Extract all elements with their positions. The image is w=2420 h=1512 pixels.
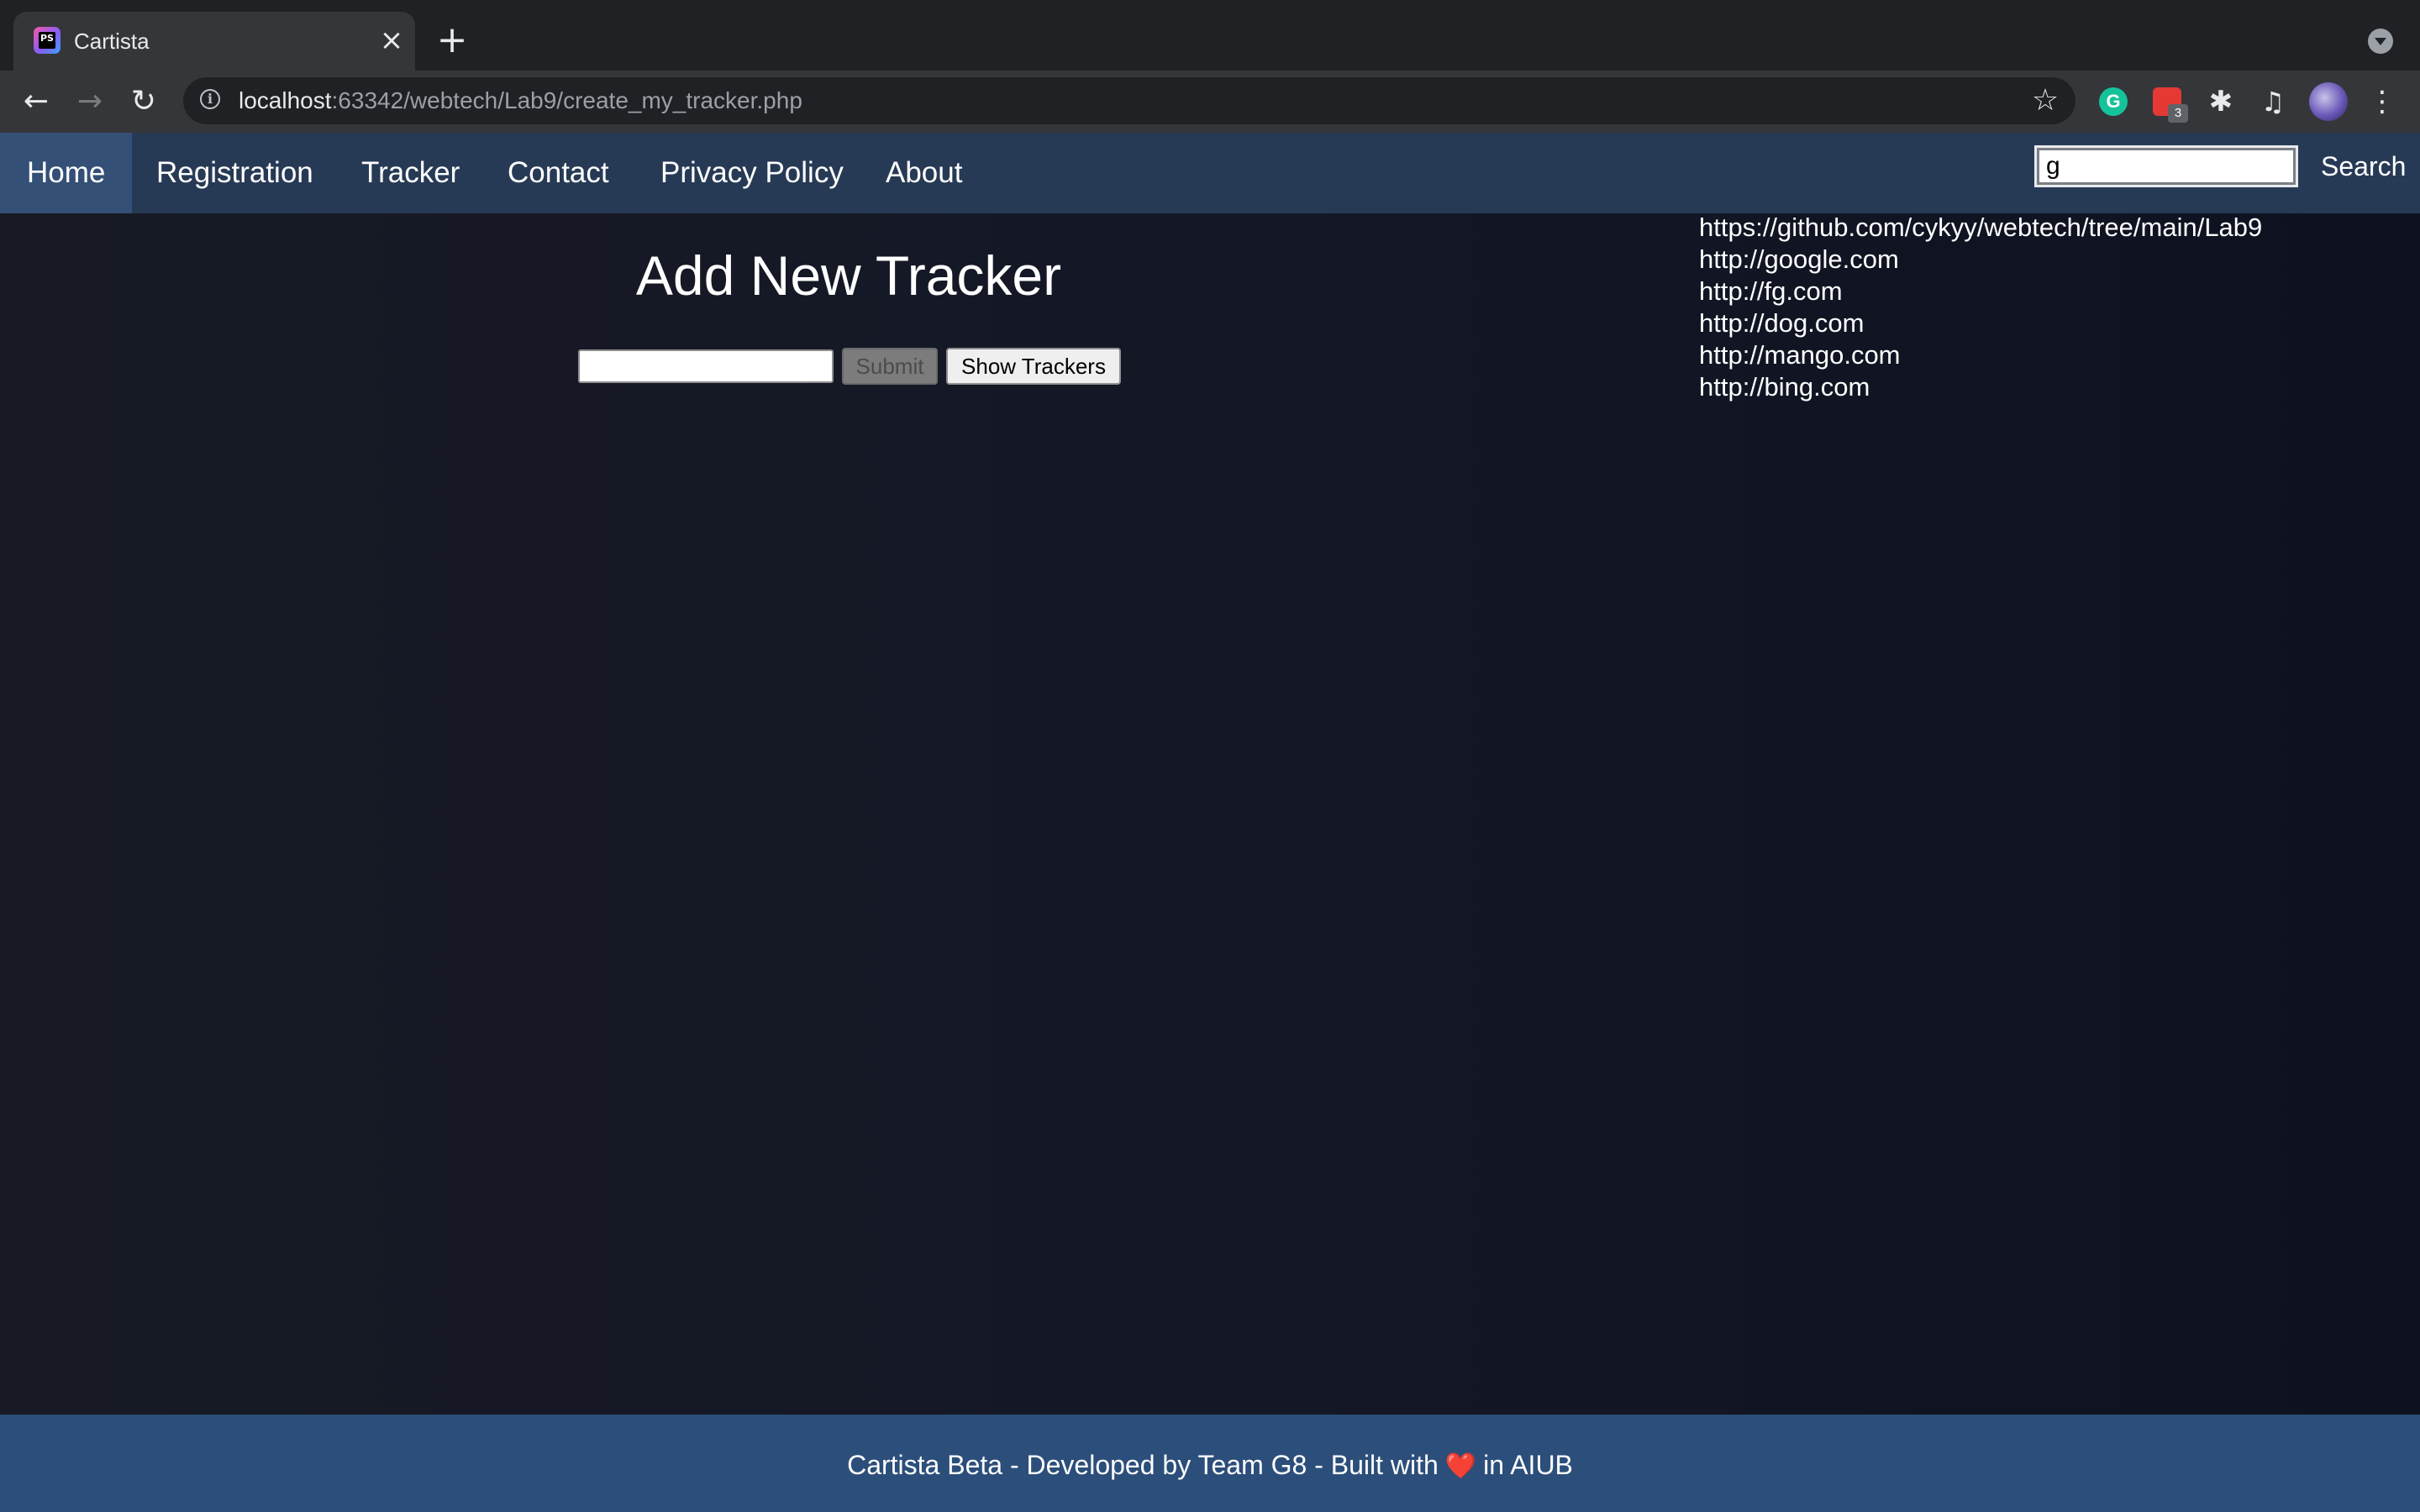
search-result-item[interactable]: https://github.com/cykyy/webtech/tree/ma… xyxy=(1699,212,2262,244)
search-result-item[interactable]: http://bing.com xyxy=(1699,371,2262,403)
search-label[interactable]: Search xyxy=(2321,133,2406,200)
search-result-item[interactable]: http://dog.com xyxy=(1699,307,2262,339)
browser-toolbar: ← → ↻ i localhost:63342/webtech/Lab9/cre… xyxy=(0,71,2420,133)
more-vertical-icon[interactable]: ⋮ xyxy=(2368,84,2396,119)
nav-contact[interactable]: Contact xyxy=(508,133,609,213)
nav-about[interactable]: About xyxy=(886,133,962,213)
search-result-item[interactable]: http://fg.com xyxy=(1699,276,2262,307)
search-result-item[interactable]: http://google.com xyxy=(1699,244,2262,276)
footer: Cartista Beta - Developed by Team G8 - B… xyxy=(0,1415,2420,1512)
tab-title: Cartista xyxy=(74,29,150,54)
tab-search-chevron-icon[interactable] xyxy=(2368,29,2393,54)
extension-badge: 3 xyxy=(2168,104,2188,123)
browser-tabstrip: PS Cartista × + xyxy=(0,0,2420,71)
star-icon[interactable]: ☆ xyxy=(2028,84,2062,118)
page-title: Add New Tracker xyxy=(635,244,1062,307)
tracker-url-input[interactable] xyxy=(578,349,834,383)
address-bar[interactable]: i localhost:63342/webtech/Lab9/create_my… xyxy=(183,77,2075,124)
page-content: Home Registration Tracker Contact Privac… xyxy=(0,133,2420,1512)
nav-tracker[interactable]: Tracker xyxy=(361,133,460,213)
new-tab-plus-icon[interactable]: + xyxy=(435,22,469,59)
todo-extension-icon[interactable]: 3 xyxy=(2153,87,2188,123)
grammarly-icon[interactable]: G xyxy=(2099,87,2128,116)
avatar[interactable] xyxy=(2309,82,2348,121)
search-results: https://github.com/cykyy/webtech/tree/ma… xyxy=(1699,212,2262,403)
show-trackers-button[interactable]: Show Trackers xyxy=(946,348,1121,385)
info-icon[interactable]: i xyxy=(200,89,220,109)
nav-registration[interactable]: Registration xyxy=(156,133,313,213)
footer-text: Cartista Beta - Developed by Team G8 - B… xyxy=(847,1448,1573,1483)
back-arrow-icon[interactable]: ← xyxy=(18,84,54,119)
reload-icon[interactable]: ↻ xyxy=(126,84,161,119)
media-control-icon[interactable]: ♫ xyxy=(2259,87,2287,116)
heart-icon: ❤️ xyxy=(1444,1452,1477,1481)
close-icon[interactable]: × xyxy=(376,25,407,55)
phpstorm-icon: PS xyxy=(34,27,60,54)
nav-home[interactable]: Home xyxy=(0,133,133,213)
site-navbar: Home Registration Tracker Contact Privac… xyxy=(0,133,2420,213)
submit-button[interactable]: Submit xyxy=(842,348,938,385)
puzzle-icon[interactable]: ✱ xyxy=(2207,87,2235,116)
nav-privacy-policy[interactable]: Privacy Policy xyxy=(660,133,844,213)
forward-arrow-icon[interactable]: → xyxy=(72,84,108,119)
url-text[interactable]: localhost:63342/webtech/Lab9/create_my_t… xyxy=(239,87,802,115)
search-input[interactable] xyxy=(2034,145,2298,187)
browser-tab[interactable]: PS Cartista × xyxy=(13,12,415,71)
search-result-item[interactable]: http://mango.com xyxy=(1699,339,2262,371)
